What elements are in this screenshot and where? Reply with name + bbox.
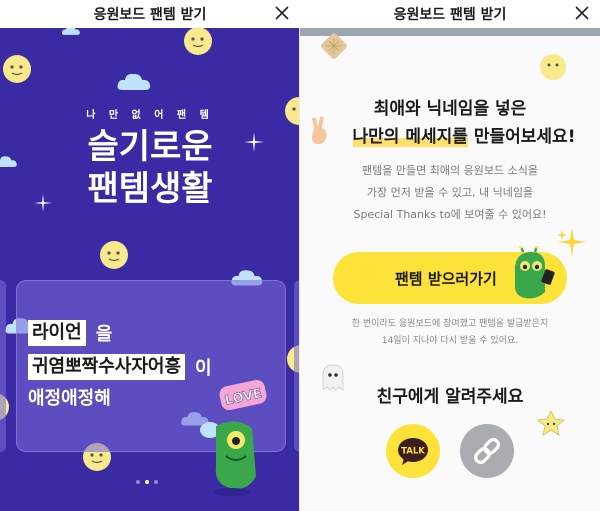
pagination-dot[interactable] bbox=[136, 480, 140, 484]
character-face-icon bbox=[540, 54, 566, 80]
get-fantem-button[interactable]: 팬템 받으러가기 bbox=[333, 246, 567, 304]
heading-highlight: 나만의 메세지를 bbox=[352, 127, 468, 147]
notice: 한 번이라도 응원보드에 참여했고 팬템을 발급받은지 14일이 지나야 다시 … bbox=[300, 316, 600, 350]
close-icon[interactable] bbox=[274, 5, 290, 21]
kakaotalk-label: TALK bbox=[401, 447, 425, 457]
notice-line2: 14일이 지나야 다시 받을 수 있어요. bbox=[381, 336, 519, 346]
moon-icon bbox=[184, 28, 212, 55]
headline-line2: 팬템생활 bbox=[87, 169, 213, 209]
copy-link-button[interactable] bbox=[460, 424, 514, 478]
close-icon[interactable] bbox=[574, 5, 590, 21]
right-modal-header: 응원보드 팬템 받기 bbox=[300, 0, 600, 28]
right-panel: 응원보드 팬템 받기 최애와 닉네임을 넣은 나만의 메세지를 만들어보세요! … bbox=[300, 0, 600, 511]
moon-icon bbox=[3, 55, 31, 83]
promo-headline: 슬기로운 팬템생활 bbox=[0, 126, 300, 210]
heading-rest: 만들어보세요! bbox=[467, 127, 576, 147]
promo-banner: 나 만 없 어 팬 템 슬기로운 팬템생활 라이언 을 귀염뽀짝수사자어흥 이 … bbox=[0, 28, 300, 511]
get-fantem-label: 팬템 받으러가기 bbox=[395, 270, 497, 288]
sparkle-icon bbox=[558, 228, 586, 256]
description: 팬템을 만들면 최애의 응원보드 소식을 가장 먼저 받을 수 있고, 내 닉네… bbox=[300, 160, 600, 226]
share-title: 친구에게 알려주세요 bbox=[376, 387, 524, 407]
notice-line1: 한 번이라도 응원보드에 참여했고 팬템을 발급받은지 bbox=[351, 319, 549, 329]
left-modal-header: 응원보드 팬템 받기 bbox=[0, 0, 300, 28]
headline-line1: 슬기로운 bbox=[87, 127, 213, 167]
idol-tag-suffix: 을 bbox=[95, 324, 113, 345]
card-line3: 애정애정해 bbox=[28, 388, 111, 409]
description-line1: 팬템을 만들면 최애의 응원보드 소식을 bbox=[362, 164, 538, 177]
main-heading-line2: 나만의 메세지를 만들어보세요! bbox=[328, 122, 600, 147]
kakaotalk-icon: TALK bbox=[398, 438, 428, 465]
left-panel: 응원보드 팬템 받기 나 만 없 어 팬 템 슬기로운 팬템생활 라이언 을 귀… bbox=[0, 0, 300, 511]
main-heading-line1: 최애와 닉네임을 넣은 bbox=[373, 99, 527, 119]
nickname-tag-suffix: 이 bbox=[195, 358, 212, 379]
modal-title: 응원보드 팬템 받기 bbox=[393, 7, 507, 23]
pagination-dot-active[interactable] bbox=[145, 480, 149, 484]
link-icon bbox=[474, 438, 500, 464]
character-icon bbox=[200, 421, 256, 496]
pagination-dot[interactable] bbox=[154, 480, 158, 484]
waffle-icon bbox=[321, 33, 347, 59]
description-line2: 가장 먼저 받을 수 있고, 내 닉네임을 bbox=[366, 186, 534, 199]
prev-card-edge[interactable] bbox=[0, 280, 6, 452]
description-line3: Special Thanks to에 보여줄 수 있어요! bbox=[353, 208, 547, 221]
cloud-icon bbox=[117, 73, 151, 90]
share-kakaotalk-button[interactable]: TALK bbox=[386, 424, 440, 478]
idol-tag: 라이언 bbox=[28, 320, 86, 346]
character-icon bbox=[515, 246, 555, 299]
card-line2: 귀염뽀짝수사자어흥 이 bbox=[28, 354, 212, 380]
star-face-icon bbox=[537, 410, 565, 436]
nickname-tag: 귀염뽀짝수사자어흥 bbox=[28, 354, 186, 380]
card-line1: 라이언 을 bbox=[28, 320, 112, 346]
promo-kicker: 나 만 없 어 팬 템 bbox=[86, 110, 214, 121]
modal-title: 응원보드 팬템 받기 bbox=[93, 7, 207, 23]
moon-icon bbox=[100, 241, 128, 269]
carousel-pagination bbox=[136, 480, 158, 484]
cloud-icon bbox=[62, 28, 80, 35]
